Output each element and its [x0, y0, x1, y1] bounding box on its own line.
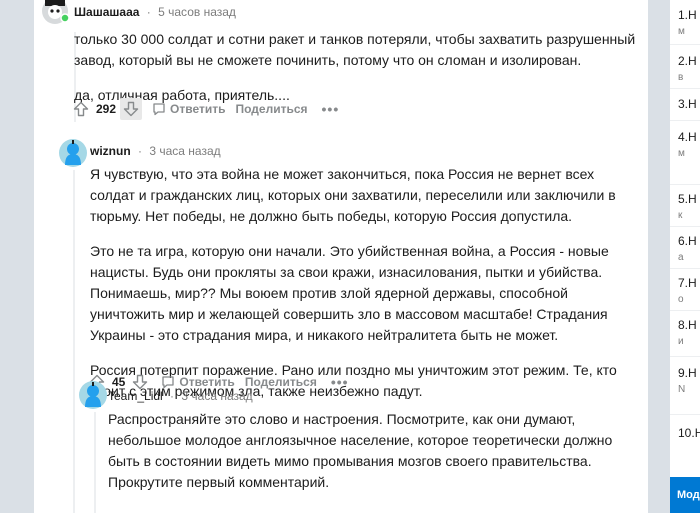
timestamp[interactable]: 5 часов назад [158, 5, 236, 19]
trending-sidebar: 1.Н м 2.Н в 3.Н 4.Н м 5.Н к 6.Н а 7.Н о … [670, 0, 700, 513]
sidebar-item-rank: 9. [678, 366, 689, 380]
thread-line[interactable] [94, 412, 96, 513]
comment-paragraph: только 30 000 солдат и сотни ракет и тан… [74, 31, 636, 68]
sidebar-item-title: Н [688, 234, 697, 248]
sidebar-item-rank: 3. [678, 97, 689, 111]
sidebar-item-title: Н [688, 276, 697, 290]
timestamp[interactable]: 3 часа назад [149, 144, 220, 158]
divider [670, 184, 700, 185]
separator: · [146, 5, 151, 19]
sidebar-item-title: Н [688, 54, 697, 68]
divider [670, 44, 700, 45]
divider [670, 268, 700, 269]
sidebar-item-title: Н [688, 366, 697, 380]
sidebar-item-rank: 8. [678, 318, 689, 332]
avatar[interactable] [40, 0, 70, 26]
sidebar-item-rank: 7. [678, 276, 689, 290]
vote-score: 292 [96, 102, 117, 116]
sidebar-item[interactable]: 6.Н а [678, 234, 697, 263]
sidebar-item[interactable]: 4.Н м [678, 130, 697, 159]
sidebar-item-title: Н [688, 192, 697, 206]
divider [670, 88, 700, 89]
sidebar-item[interactable]: 8.Н и [678, 318, 697, 347]
sidebar-item-subtitle: м [678, 26, 685, 37]
comment-meta: Team_Lidl · 3 часа назад [108, 389, 253, 403]
comment-body: Распространяйте это слово и настроения. … [108, 409, 628, 507]
reply-button[interactable]: Ответить [152, 102, 225, 116]
comment-paragraph: Я чувствую, что эта война не может закон… [90, 166, 616, 224]
divider [670, 226, 700, 227]
sidebar-action-button[interactable]: Мод [670, 477, 700, 513]
comment-icon [162, 376, 175, 389]
sidebar-item-subtitle: м [678, 148, 685, 159]
comment-meta: Шашашааа · 5 часов назад [74, 5, 236, 19]
sidebar-item-rank: 2. [678, 54, 689, 68]
avatar[interactable] [58, 138, 88, 168]
divider [670, 120, 700, 121]
downvote-button[interactable] [120, 98, 143, 120]
sidebar-item-subtitle: к [678, 210, 683, 221]
avatar[interactable] [78, 380, 108, 410]
more-options-icon[interactable]: ••• [331, 374, 349, 390]
divider [670, 356, 700, 357]
sidebar-item-rank: 6. [678, 234, 689, 248]
sidebar-item[interactable]: 2.Н в [678, 54, 697, 83]
sidebar-item-title: Н [688, 8, 697, 22]
sidebar-item[interactable]: 9.Н N [678, 366, 697, 395]
comment-paragraph: Это не та игра, которую они начали. Это … [90, 243, 609, 343]
sidebar-item-rank: 4. [678, 130, 689, 144]
comment-paragraph: Распространяйте это слово и настроения. … [108, 411, 613, 490]
reply-label: Ответить [170, 102, 226, 116]
sidebar-item[interactable]: 3.Н [678, 97, 697, 111]
sidebar-item-subtitle: а [678, 252, 684, 263]
upvote-button[interactable] [70, 98, 92, 120]
share-label: Поделиться [244, 375, 317, 389]
sidebar-item[interactable]: 10.Н [678, 426, 700, 440]
reply-button[interactable]: Ответить [161, 375, 235, 389]
sidebar-item-subtitle: и [678, 336, 684, 347]
separator: · [170, 389, 175, 403]
sidebar-item-subtitle: о [678, 294, 684, 305]
comment-thread: Шашашааа · 5 часов назад только 30 000 с… [34, 0, 648, 513]
comment-actions: 292 Ответить Поделиться ••• [70, 97, 339, 121]
username[interactable]: Шашашааа [74, 5, 139, 19]
reply-label: Ответить [179, 375, 235, 389]
username[interactable]: wiznun [90, 144, 131, 158]
comment-icon [153, 103, 165, 116]
vote-score: 45 [112, 375, 126, 389]
sidebar-item-subtitle: в [678, 72, 684, 83]
sidebar-item[interactable]: 1.Н м [678, 8, 697, 37]
share-button[interactable]: Поделиться [245, 375, 317, 389]
sidebar-item-rank: 5. [678, 192, 689, 206]
divider [670, 310, 700, 311]
arrow-down-icon [123, 101, 139, 117]
sidebar-item-rank: 10. [678, 426, 695, 440]
sidebar-item-title: Н [688, 130, 697, 144]
comment-meta: wiznun · 3 часа назад [90, 144, 221, 158]
sidebar-item-subtitle: N [678, 384, 686, 395]
sidebar-item[interactable]: 7.Н о [678, 276, 697, 305]
arrow-down-icon [133, 374, 148, 390]
arrow-up-icon [73, 101, 89, 117]
sidebar-item-title: Н [688, 97, 697, 111]
sidebar-item[interactable]: 5.Н к [678, 192, 697, 221]
username[interactable]: Team_Lidl [108, 389, 163, 403]
share-label: Поделиться [235, 102, 308, 116]
divider [670, 414, 700, 415]
sidebar-item-title: Н [694, 426, 700, 440]
sidebar-item-title: Н [688, 318, 697, 332]
share-button[interactable]: Поделиться [235, 102, 307, 116]
thread-line[interactable] [73, 170, 75, 513]
timestamp[interactable]: 3 часа назад [181, 389, 252, 403]
separator: · [138, 144, 143, 158]
more-options-icon[interactable]: ••• [322, 101, 340, 117]
sidebar-item-rank: 1. [678, 8, 689, 22]
